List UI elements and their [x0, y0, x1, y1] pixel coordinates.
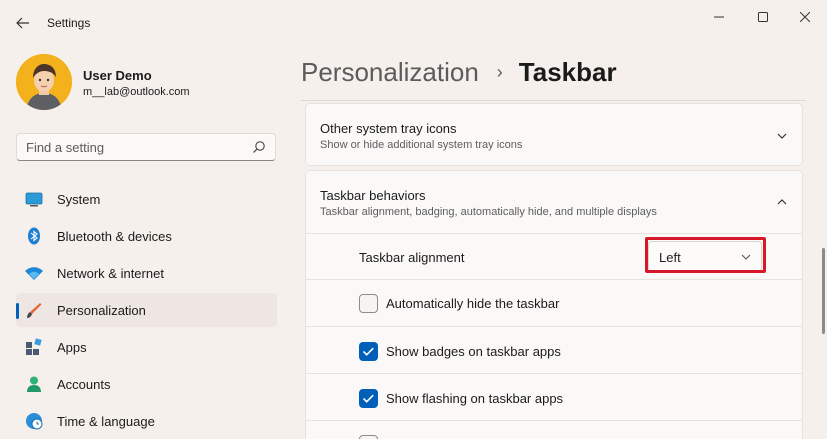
sidebar-item-apps[interactable]: Apps [16, 330, 277, 364]
card-title: Taskbar behaviors [320, 188, 426, 203]
checkbox-label: Show badges on taskbar apps [386, 344, 561, 359]
flashing-row[interactable]: Show flashing on taskbar apps [305, 373, 803, 421]
auto-hide-row[interactable]: Automatically hide the taskbar [305, 279, 803, 327]
next-checkbox[interactable] [359, 435, 378, 439]
checkbox-label: Automatically hide the taskbar [386, 296, 560, 311]
sidebar-item-label: Personalization [57, 303, 146, 318]
close-icon [800, 12, 810, 22]
checkmark-icon [362, 347, 374, 356]
sidebar-item-accounts[interactable]: Accounts [16, 367, 277, 401]
search-placeholder: Find a setting [26, 140, 105, 155]
minimize-icon [714, 16, 724, 18]
card-subtitle: Taskbar alignment, badging, automaticall… [320, 206, 657, 218]
search-input[interactable]: Find a setting [16, 133, 276, 161]
divider [301, 100, 806, 101]
avatar-icon [16, 54, 72, 110]
sidebar-item-bluetooth[interactable]: Bluetooth & devices [16, 219, 277, 253]
apps-icon [26, 338, 42, 355]
sidebar-item-system[interactable]: System [16, 182, 277, 216]
active-indicator [16, 303, 19, 319]
page-title: Taskbar [518, 56, 617, 87]
settings-content: Other system tray icons Show or hide add… [301, 100, 806, 439]
wifi-icon [25, 267, 43, 280]
chevron-down-icon[interactable] [776, 130, 788, 142]
globe-clock-icon [26, 413, 43, 430]
highlight-box [645, 237, 766, 273]
sidebar-item-label: Bluetooth & devices [57, 229, 172, 244]
breadcrumb-separator: › [496, 61, 503, 82]
checkmark-icon [362, 394, 374, 403]
sidebar-item-network[interactable]: Network & internet [16, 256, 277, 290]
maximize-button[interactable] [741, 4, 785, 30]
brush-icon [27, 303, 42, 318]
back-button[interactable] [10, 10, 36, 36]
bluetooth-icon [28, 227, 40, 245]
breadcrumb-parent[interactable]: Personalization [301, 57, 479, 88]
sidebar-item-label: System [57, 192, 101, 207]
back-arrow-icon [16, 17, 29, 29]
maximize-icon [758, 12, 768, 22]
breadcrumb: Personalization › Taskbar [301, 54, 617, 90]
auto-hide-checkbox[interactable] [359, 294, 378, 313]
avatar [16, 54, 72, 110]
minimize-button[interactable] [697, 4, 741, 30]
system-icon [25, 192, 43, 207]
taskbar-alignment-row: Taskbar alignment Left [305, 233, 803, 280]
user-profile[interactable]: User Demo m__lab@outlook.com [16, 52, 286, 112]
sidebar-item-time-language[interactable]: Time & language [16, 404, 277, 438]
taskbar-behaviors-card[interactable]: Taskbar behaviors Taskbar alignment, bad… [305, 170, 803, 234]
app-title: Settings [47, 16, 91, 30]
taskbar-alignment-label: Taskbar alignment [359, 250, 465, 265]
sidebar-item-personalization[interactable]: Personalization [16, 293, 277, 327]
title-bar: Settings [0, 0, 827, 46]
badges-row[interactable]: Show badges on taskbar apps [305, 326, 803, 374]
card-subtitle: Show or hide additional system tray icon… [320, 139, 523, 151]
flashing-checkbox[interactable] [359, 389, 378, 408]
search-icon [253, 141, 265, 153]
sidebar-nav: System Bluetooth & devices Network & int… [16, 182, 277, 439]
checkbox-label: Show flashing on taskbar apps [386, 391, 564, 406]
sidebar-item-label: Network & internet [57, 266, 164, 281]
sidebar-item-label: Apps [57, 340, 87, 355]
tray-icons-card[interactable]: Other system tray icons Show or hide add… [305, 103, 803, 166]
next-row[interactable] [305, 420, 803, 439]
accounts-icon [27, 376, 41, 392]
sidebar-item-label: Time & language [57, 414, 155, 429]
sidebar-item-label: Accounts [57, 377, 111, 392]
badges-checkbox[interactable] [359, 342, 378, 361]
scrollbar[interactable] [822, 248, 825, 334]
close-button[interactable] [783, 4, 827, 30]
chevron-up-icon[interactable] [776, 196, 788, 208]
user-email: m__lab@outlook.com [83, 86, 190, 98]
user-name: User Demo [83, 68, 152, 83]
card-title: Other system tray icons [320, 121, 457, 136]
